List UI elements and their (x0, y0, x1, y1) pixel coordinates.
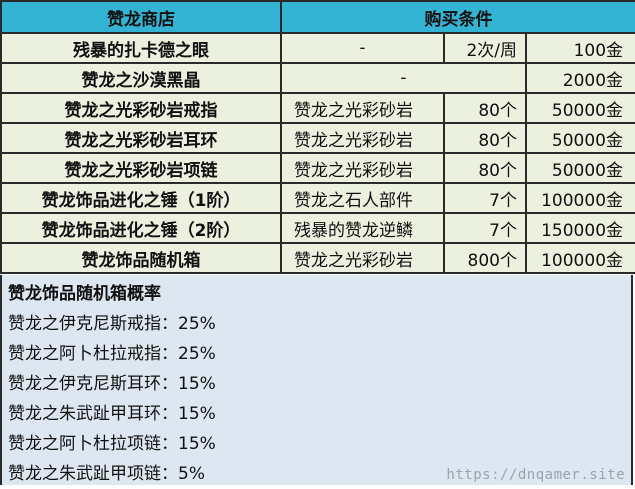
probability-item: 赞龙之朱武趾甲项链：5% (8, 464, 205, 484)
table-row: 赞龙之光彩砂岩戒指 赞龙之光彩砂岩 80个 50000金 (0, 92, 635, 124)
item-qty: 800个 (443, 242, 527, 274)
watermark: https://dnqamer.site (446, 467, 625, 483)
probability-item: 赞龙之伊克尼斯耳环：15% (8, 374, 216, 394)
item-price: 50000金 (524, 122, 635, 154)
item-price: 50000金 (524, 152, 635, 184)
item-material: 赞龙之光彩砂岩 (280, 122, 445, 154)
item-material: - (280, 62, 527, 94)
item-name: 赞龙之光彩砂岩耳环 (0, 122, 282, 154)
item-price: 100000金 (524, 182, 635, 214)
table-row: 赞龙饰品随机箱 赞龙之光彩砂岩 800个 100000金 (0, 242, 635, 274)
item-qty: 7个 (443, 212, 527, 244)
item-qty: 80个 (443, 152, 527, 184)
item-price: 2000金 (524, 62, 635, 94)
probability-item: 赞龙之伊克尼斯戒指：25% (8, 314, 216, 334)
item-name: 赞龙之沙漠黑晶 (0, 62, 282, 94)
item-material: 赞龙之光彩砂岩 (280, 152, 445, 184)
item-material: 赞龙之石人部件 (280, 182, 445, 214)
item-price: 100000金 (524, 242, 635, 274)
probability-title: 赞龙饰品随机箱概率 (8, 284, 161, 304)
item-name: 赞龙饰品随机箱 (0, 242, 282, 274)
header-shop: 赞龙商店 (0, 0, 282, 34)
item-qty: 80个 (443, 92, 527, 124)
table-row: 赞龙饰品进化之锤（1阶） 赞龙之石人部件 7个 100000金 (0, 182, 635, 214)
item-material: 赞龙之光彩砂岩 (280, 92, 445, 124)
item-material: - (280, 32, 445, 64)
item-name: 赞龙之光彩砂岩项链 (0, 152, 282, 184)
table-header-row: 赞龙商店 购买条件 (0, 0, 635, 34)
table-row: 赞龙之光彩砂岩项链 赞龙之光彩砂岩 80个 50000金 (0, 152, 635, 184)
probability-panel: 赞龙饰品随机箱概率 赞龙之伊克尼斯戒指：25% 赞龙之阿卜杜拉戒指：25% 赞龙… (0, 275, 633, 485)
item-name: 残暴的扎卡德之眼 (0, 32, 282, 64)
item-price: 150000金 (524, 212, 635, 244)
item-material: 赞龙之光彩砂岩 (280, 242, 445, 274)
probability-item: 赞龙之阿卜杜拉项链：15% (8, 434, 216, 454)
item-price: 50000金 (524, 92, 635, 124)
probability-list: 赞龙之伊克尼斯戒指：25% 赞龙之阿卜杜拉戒指：25% 赞龙之伊克尼斯耳环：15… (8, 309, 216, 489)
item-price: 100金 (524, 32, 635, 64)
probability-item: 赞龙之阿卜杜拉戒指：25% (8, 344, 216, 364)
item-name: 赞龙饰品进化之锤（2阶） (0, 212, 282, 244)
header-conditions: 购买条件 (279, 0, 635, 34)
item-name: 赞龙之光彩砂岩戒指 (0, 92, 282, 124)
item-qty: 7个 (443, 182, 527, 214)
table-row: 赞龙饰品进化之锤（2阶） 残暴的赞龙逆鳞 7个 150000金 (0, 212, 635, 244)
table-row: 赞龙之沙漠黑晶 - 2000金 (0, 62, 635, 94)
table-row: 残暴的扎卡德之眼 - 2次/周 100金 (0, 32, 635, 64)
shop-table: 赞龙商店 购买条件 残暴的扎卡德之眼 - 2次/周 100金 赞龙之沙漠黑晶 -… (0, 0, 635, 274)
item-material: 残暴的赞龙逆鳞 (280, 212, 445, 244)
table-row: 赞龙之光彩砂岩耳环 赞龙之光彩砂岩 80个 50000金 (0, 122, 635, 154)
item-qty: 80个 (443, 122, 527, 154)
probability-item: 赞龙之朱武趾甲耳环：15% (8, 404, 216, 424)
item-name: 赞龙饰品进化之锤（1阶） (0, 182, 282, 214)
item-qty: 2次/周 (443, 32, 527, 64)
